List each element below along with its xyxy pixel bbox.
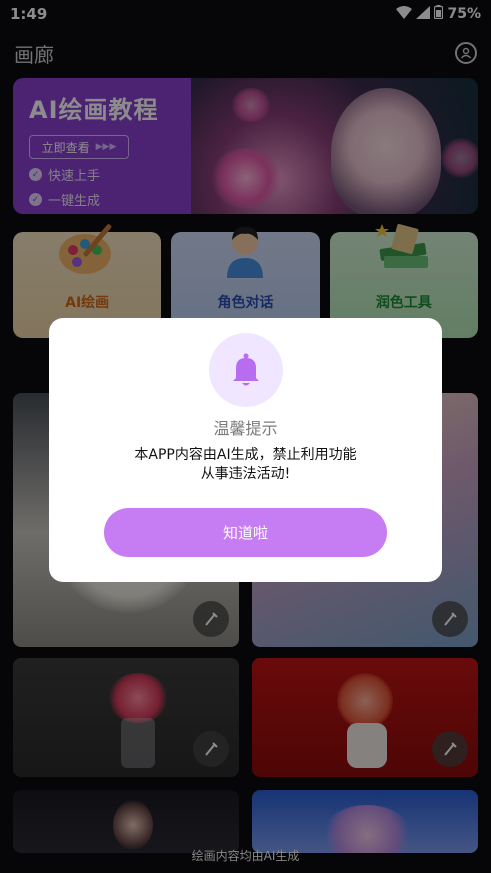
dialog-message: 本APP内容由AI生成，禁止利用功能 从事违法活动! — [49, 446, 442, 484]
confirm-button[interactable]: 知道啦 — [104, 508, 387, 557]
dialog-message-line: 从事违法活动! — [200, 466, 291, 482]
notice-dialog: 温馨提示 本APP内容由AI生成，禁止利用功能 从事违法活动! 知道啦 — [49, 318, 442, 582]
dialog-message-line: 本APP内容由AI生成，禁止利用功能 — [134, 447, 357, 463]
dialog-title: 温馨提示 — [213, 419, 278, 438]
ai-content-notice: 绘画内容均由AI生成 — [191, 849, 300, 863]
bell-icon — [208, 333, 283, 407]
